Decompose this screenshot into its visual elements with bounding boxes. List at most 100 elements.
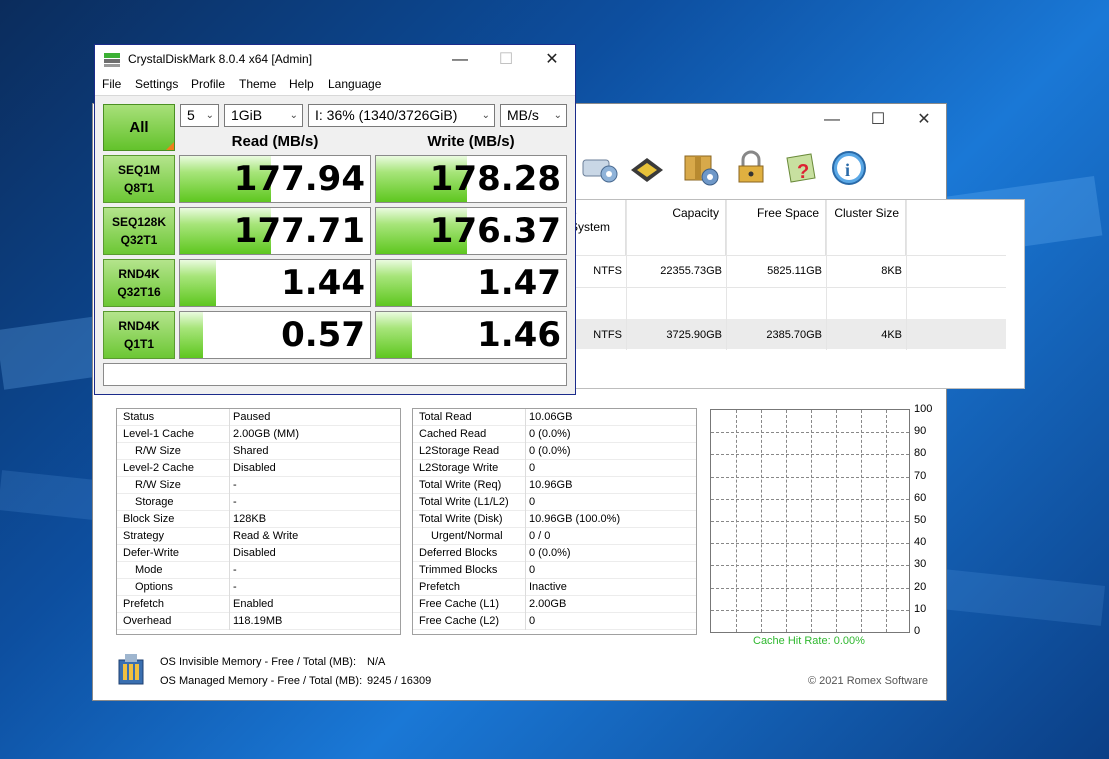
- table-cell[interactable]: 3725.90GB: [626, 320, 726, 350]
- minimize-button[interactable]: —: [809, 108, 855, 132]
- stat-value: Read & Write: [233, 530, 299, 542]
- close-button[interactable]: ✕: [901, 108, 947, 132]
- y-tick-label: 20: [914, 580, 927, 593]
- y-tick-label: 60: [914, 491, 927, 504]
- lock-key-icon[interactable]: [733, 148, 773, 188]
- test-button-0[interactable]: SEQ1M Q8T1: [103, 155, 175, 203]
- stat-key: L2Storage Write: [419, 462, 499, 474]
- os-managed-memory-value: 9245 / 16309: [367, 675, 432, 687]
- drive-select[interactable]: I: 36% (1340/3726GiB) ⌄: [308, 104, 495, 127]
- column-divider: [525, 409, 526, 426]
- test-button-2[interactable]: RND4K Q32T16: [103, 259, 175, 307]
- read-result-cell: 177.71: [179, 207, 371, 255]
- svg-text:i: i: [845, 160, 850, 180]
- chip-icon[interactable]: [627, 148, 667, 188]
- stat-key: Total Write (L1/L2): [419, 496, 509, 508]
- column-header-capacity[interactable]: Capacity: [626, 200, 726, 255]
- read-speed-value: 1.44: [281, 263, 365, 303]
- stat-row: Block Size 128KB: [117, 511, 400, 528]
- all-button[interactable]: All: [103, 104, 175, 151]
- gridline: [711, 565, 909, 567]
- column-header-cluster-size[interactable]: Cluster Size: [826, 200, 906, 255]
- test-size-select[interactable]: 1GiB ⌄: [224, 104, 303, 127]
- stat-key: Storage: [135, 496, 174, 508]
- y-tick-label: 40: [914, 536, 927, 549]
- os-managed-memory-label: OS Managed Memory - Free / Total (MB):: [160, 675, 363, 687]
- menu-file[interactable]: File: [102, 77, 121, 91]
- status-bar: [103, 363, 567, 386]
- minimize-button[interactable]: —: [437, 45, 483, 74]
- test-button-1[interactable]: SEQ128K Q32T1: [103, 207, 175, 255]
- gridline: [711, 432, 909, 434]
- cache-hit-rate-chart: [710, 409, 910, 633]
- maximize-button[interactable]: ☐: [855, 108, 901, 132]
- unit-select[interactable]: MB/s ⌄: [500, 104, 567, 127]
- stat-row: Prefetch Inactive: [413, 579, 696, 596]
- stat-key: Level-1 Cache: [123, 428, 194, 440]
- stat-key: Overhead: [123, 615, 172, 627]
- table-cell[interactable]: 22355.73GB: [626, 256, 726, 286]
- stat-row: Total Write (Disk) 10.96GB (100.0%): [413, 511, 696, 528]
- test-name: SEQ1M: [117, 163, 160, 177]
- stat-row: Level-1 Cache 2.00GB (MM): [117, 426, 400, 443]
- gridline: [711, 587, 909, 589]
- menu-profile[interactable]: Profile: [191, 77, 225, 91]
- menu-settings[interactable]: Settings: [135, 77, 178, 91]
- table-cell[interactable]: 5825.11GB: [726, 256, 826, 286]
- column-divider: [229, 545, 230, 562]
- gridline: [811, 410, 812, 632]
- column-divider: [525, 460, 526, 477]
- package-gear-icon[interactable]: [681, 148, 721, 188]
- stat-row: Total Write (Req) 10.96GB: [413, 477, 696, 494]
- table-cell[interactable]: NTFS: [570, 320, 626, 350]
- stat-value: Inactive: [529, 581, 567, 593]
- column-header-free-space[interactable]: Free Space: [726, 200, 826, 255]
- menu-help[interactable]: Help: [289, 77, 314, 91]
- column-divider: [525, 511, 526, 528]
- drive-settings-icon[interactable]: [579, 148, 619, 188]
- stat-key: Total Write (Req): [419, 479, 502, 491]
- cache-statistics-panel: Total Read 10.06GB Cached Read 0 (0.0%) L2St…: [412, 408, 697, 635]
- stat-row: Trimmed Blocks 0: [413, 562, 696, 579]
- table-cell[interactable]: 4KB: [826, 320, 906, 350]
- stat-value: 0 / 0: [529, 530, 551, 542]
- gridline: [761, 410, 762, 632]
- table-cell[interactable]: 8KB: [826, 256, 906, 286]
- test-count-select[interactable]: 5 ⌄: [180, 104, 219, 127]
- column-divider: [525, 443, 526, 460]
- stat-value: -: [233, 496, 237, 508]
- stat-value: -: [233, 581, 237, 593]
- column-header-file-system[interactable]: e System: [570, 200, 626, 255]
- stat-key: Urgent/Normal: [431, 530, 503, 542]
- maximize-button[interactable]: ☐: [483, 45, 529, 74]
- gridline: [836, 410, 837, 632]
- gridline: [711, 609, 909, 611]
- column-divider: [525, 426, 526, 443]
- chevron-down-icon: ⌄: [553, 110, 562, 121]
- title-bar[interactable]: CrystalDiskMark 8.0.4 x64 [Admin] — ☐ ✕: [95, 45, 575, 74]
- info-icon[interactable]: i: [829, 148, 869, 188]
- stat-row: R/W Size Shared: [117, 443, 400, 460]
- menu-theme[interactable]: Theme: [239, 77, 276, 91]
- test-count-value: 5: [187, 107, 195, 123]
- stat-row: Storage -: [117, 494, 400, 511]
- menu-language[interactable]: Language: [328, 77, 381, 91]
- y-tick-label: 70: [914, 469, 927, 482]
- help-book-icon[interactable]: ?: [781, 148, 821, 188]
- close-button[interactable]: ✕: [529, 45, 575, 74]
- stat-value: -: [233, 479, 237, 491]
- gridline: [786, 410, 787, 632]
- stat-value: 128KB: [233, 513, 267, 525]
- column-divider: [525, 613, 526, 630]
- test-button-3[interactable]: RND4K Q1T1: [103, 311, 175, 359]
- stat-row: Total Write (L1/L2) 0: [413, 494, 696, 511]
- menu-bar: File Settings Profile Theme Help Languag…: [95, 74, 575, 96]
- write-result-cell: 176.37: [375, 207, 567, 255]
- stat-value: 0: [529, 496, 536, 508]
- stat-row: Overhead 118.19MB: [117, 613, 400, 630]
- table-cell[interactable]: 2385.70GB: [726, 320, 826, 350]
- gridline: [861, 410, 862, 632]
- column-divider: [229, 477, 230, 494]
- stat-key: Cached Read: [419, 428, 487, 440]
- table-cell[interactable]: NTFS: [570, 256, 626, 286]
